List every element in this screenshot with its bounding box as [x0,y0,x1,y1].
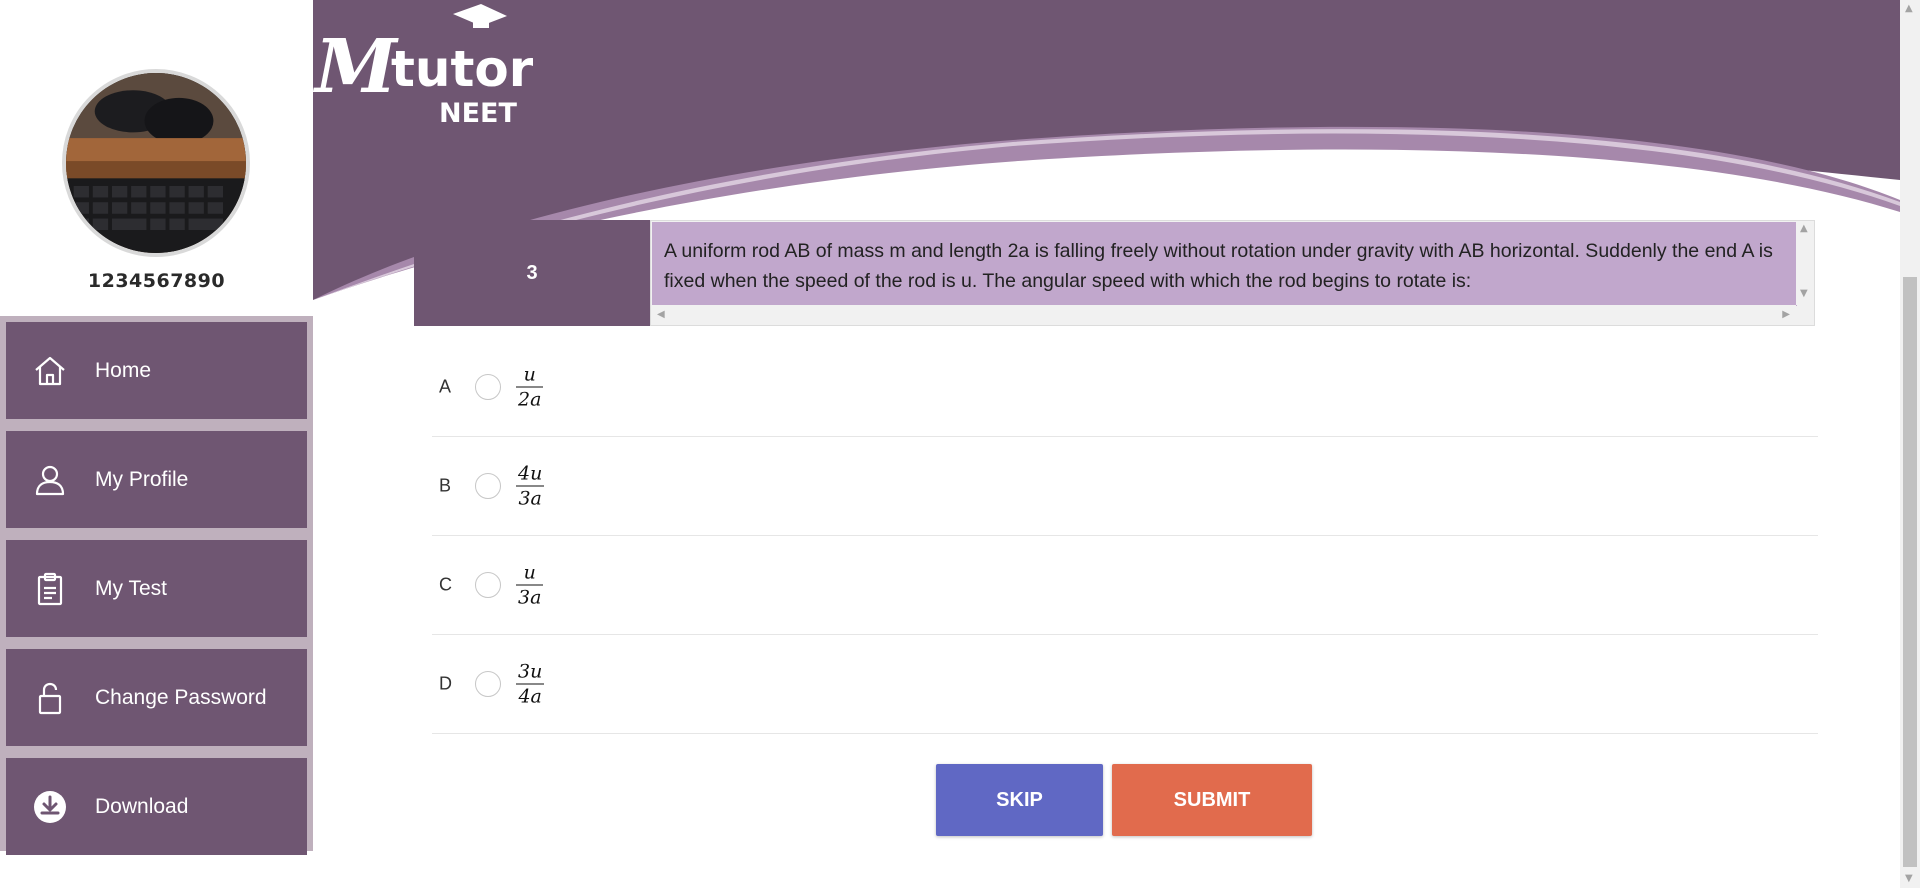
option-letter: B [439,475,452,496]
sidebar-item-my-profile[interactable]: My Profile [6,431,307,528]
option-b-fraction: 4u 3a [516,462,545,510]
sidebar-item-label: My Profile [95,467,189,491]
option-d-fraction: 3u 4a [516,660,545,708]
fraction-numerator: 3u [518,660,543,683]
sidebar-item-my-test[interactable]: My Test [6,540,307,637]
download-icon [30,787,70,827]
option-letter: D [439,673,452,694]
user-icon [30,460,70,500]
question-text: A uniform rod AB of mass m and length 2a… [652,222,1797,306]
svg-text:M: M [313,24,399,110]
fraction-denominator: 4a [518,685,542,708]
sidebar-item-download[interactable]: Download [6,758,307,855]
option-a[interactable]: A u 2a [432,338,1818,437]
option-a-radio[interactable] [475,374,501,400]
question-box[interactable]: A uniform rod AB of mass m and length 2a… [650,220,1815,326]
question-number: 3 [414,220,650,326]
sidebar-item-label: Change Password [95,685,267,709]
sidebar-item-home[interactable]: Home [6,322,307,419]
page-scroll-thumb[interactable] [1903,277,1917,867]
option-c-radio[interactable] [475,572,501,598]
sidebar-menu: Home My Profile My Test Change Password … [0,316,313,855]
scroll-down-arrow-icon[interactable]: ▼ [1800,288,1808,299]
mtutor-logo: M tutor NEET [313,4,533,129]
option-c-fraction: u 3a [516,561,544,609]
fraction-numerator: u [523,363,536,386]
fraction-denominator: 2a [518,388,542,411]
clipboard-icon [30,569,70,609]
option-d[interactable]: D 3u 4a [432,635,1818,734]
fraction-denominator: 3a [518,487,542,510]
page-scroll-up-icon[interactable]: ▲ [1905,3,1913,14]
scroll-up-arrow-icon[interactable]: ▲ [1800,223,1808,234]
fraction-denominator: 3a [518,586,542,609]
question-vertical-scrollbar[interactable]: ▲ ▼ [1796,221,1814,305]
scroll-left-arrow-icon[interactable]: ◀ [657,309,665,320]
option-c[interactable]: C u 3a [432,536,1818,635]
avatar[interactable] [62,69,250,257]
option-letter: C [439,574,452,595]
option-a-fraction: u 2a [516,363,544,411]
svg-text:tutor: tutor [391,40,533,98]
page-scroll-down-icon[interactable]: ▼ [1905,873,1913,884]
sidebar-item-label: Home [95,358,152,382]
option-b[interactable]: B 4u 3a [432,437,1818,536]
sidebar: 1234567890 Home My Profile My Test Chang… [0,0,313,888]
option-d-radio[interactable] [475,671,501,697]
scroll-right-arrow-icon[interactable]: ▶ [1782,309,1790,320]
page-scrollbar[interactable]: ▲ ▼ [1900,0,1920,888]
sidebar-item-change-password[interactable]: Change Password [6,649,307,746]
submit-button[interactable]: SUBMIT [1112,764,1312,836]
home-icon [30,351,70,391]
question-horizontal-scrollbar[interactable]: ◀ ▶ [651,305,1796,325]
profile-photo [66,73,246,253]
sidebar-item-label: My Test [95,576,167,600]
sidebar-item-label: Download [95,794,189,818]
fraction-numerator: u [523,561,536,584]
option-b-radio[interactable] [475,473,501,499]
svg-text:NEET: NEET [439,98,517,129]
user-id: 1234567890 [87,270,226,292]
lock-icon [30,678,70,718]
skip-button[interactable]: SKIP [936,764,1103,836]
fraction-numerator: 4u [518,462,543,485]
option-letter: A [439,376,452,397]
